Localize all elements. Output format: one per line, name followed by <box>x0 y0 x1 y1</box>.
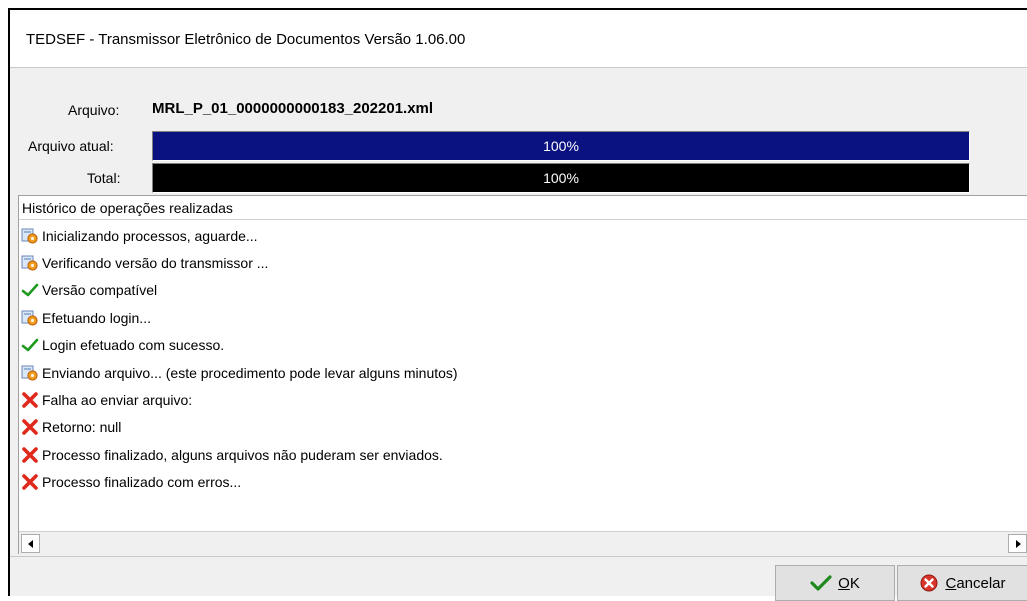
window-title: TEDSEF - Transmissor Eletrônico de Docum… <box>26 31 466 48</box>
history-entry: Processo finalizado, alguns arquivos não… <box>19 441 1027 468</box>
check-icon <box>21 281 39 299</box>
title-bar: TEDSEF - Transmissor Eletrônico de Docum… <box>10 10 1027 68</box>
tedsef-window: TEDSEF - Transmissor Eletrônico de Docum… <box>8 8 1027 601</box>
scroll-right-button[interactable] <box>1008 534 1027 553</box>
history-entry-text: Retorno: null <box>42 419 122 436</box>
history-entry: Retorno: null <box>19 414 1027 441</box>
total-label: Total: <box>87 170 121 186</box>
total-progress-bar: 100% <box>152 163 970 193</box>
process-gear-icon <box>21 364 39 382</box>
total-progress-text: 100% <box>543 170 579 186</box>
history-entry-text: Enviando arquivo... (este procedimento p… <box>42 364 458 381</box>
history-entry-text: Versão compatível <box>42 282 158 299</box>
history-entry: Falha ao enviar arquivo: <box>19 386 1027 413</box>
history-entry: Versão compatível <box>19 277 1027 304</box>
checkmark-icon <box>810 575 832 591</box>
cancel-button-label: Cancelar <box>945 574 1006 592</box>
button-bar: OK Cancelar <box>10 556 1027 601</box>
current-file-progress-text: 100% <box>543 138 579 154</box>
history-entry-text: Verificando versão do transmissor ... <box>42 255 269 272</box>
cancel-icon <box>920 574 938 592</box>
history-panel: Histórico de operações realizadas Inicia… <box>18 195 1027 554</box>
arrow-right-icon <box>1015 539 1021 548</box>
error-x-icon <box>21 418 39 436</box>
error-x-icon <box>21 391 39 409</box>
history-entry-text: Inicializando processos, aguarde... <box>42 227 258 244</box>
process-gear-icon <box>21 227 39 245</box>
history-entry: Efetuando login... <box>19 304 1027 331</box>
history-title: Histórico de operações realizadas <box>22 200 233 216</box>
current-file-label: Arquivo atual: <box>28 138 114 154</box>
history-entry-text: Processo finalizado com erros... <box>42 474 242 491</box>
ok-button-label: OK <box>838 574 860 592</box>
horizontal-scrollbar[interactable] <box>19 531 1027 554</box>
scroll-left-button[interactable] <box>21 534 40 553</box>
history-entry-text: Falha ao enviar arquivo: <box>42 392 193 409</box>
arrow-left-icon <box>27 539 33 548</box>
error-x-icon <box>21 446 39 464</box>
history-entry-text: Login efetuado com sucesso. <box>42 337 225 354</box>
history-header: Histórico de operações realizadas <box>19 196 1027 220</box>
current-file-progress-bar: 100% <box>152 131 970 161</box>
history-entry: Login efetuado com sucesso. <box>19 332 1027 359</box>
process-gear-icon <box>21 309 39 327</box>
history-entry: Verificando versão do transmissor ... <box>19 249 1027 276</box>
file-name: MRL_P_01_0000000000183_202201.xml <box>152 100 434 117</box>
history-entry-text: Efetuando login... <box>42 309 151 326</box>
history-entry: Inicializando processos, aguarde... <box>19 222 1027 249</box>
history-entry-text: Processo finalizado, alguns arquivos não… <box>42 446 443 463</box>
transfer-status-panel: Arquivo: MRL_P_01_0000000000183_202201.x… <box>10 68 1027 198</box>
history-list[interactable]: Inicializando processos, aguarde... Verif… <box>19 222 1027 522</box>
file-label: Arquivo: <box>68 102 120 118</box>
process-gear-icon <box>21 254 39 272</box>
error-x-icon <box>21 473 39 491</box>
check-icon <box>21 336 39 354</box>
history-entry: Enviando arquivo... (este procedimento p… <box>19 359 1027 386</box>
history-entry: Processo finalizado com erros... <box>19 469 1027 496</box>
